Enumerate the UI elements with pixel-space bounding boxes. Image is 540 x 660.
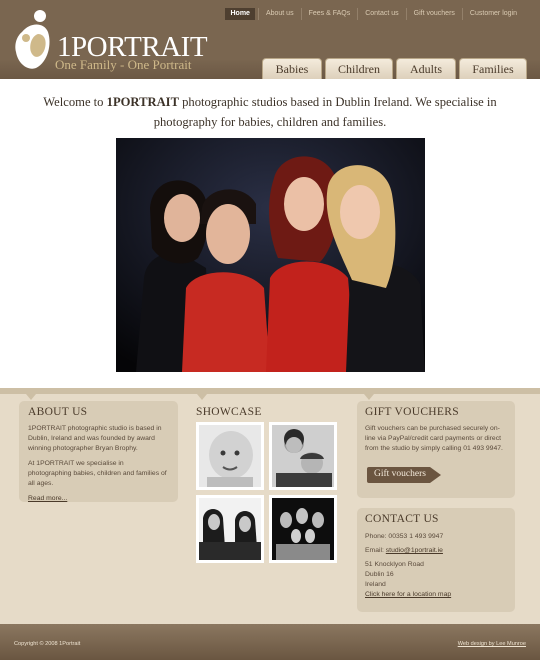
design-credit-link[interactable]: Web design by Lee Munroe xyxy=(458,641,526,647)
gift-button-label: Gift vouchers xyxy=(374,469,426,479)
top-nav-login[interactable]: Customer login xyxy=(461,8,524,20)
about-panel: ABOUT US 1PORTRAIT photographic studio i… xyxy=(19,401,178,502)
about-text-2: At 1PORTRAIT we specialise in photograph… xyxy=(28,460,167,487)
contact-email-line: Email: studio@1portrait.ie xyxy=(365,547,443,554)
contact-panel: CONTACT US Phone: 00353 1 493 9947 Email… xyxy=(357,508,515,612)
showcase-thumb-family[interactable] xyxy=(269,495,337,563)
main-content: Welcome to 1PORTRAIT photographic studio… xyxy=(0,79,540,390)
email-link[interactable]: studio@1portrait.ie xyxy=(386,547,443,554)
tab-babies[interactable]: Babies xyxy=(262,58,322,79)
top-nav-about[interactable]: About us xyxy=(257,8,301,20)
gift-vouchers-button[interactable]: Gift vouchers xyxy=(366,466,442,484)
contact-phone: Phone: 00353 1 493 9947 xyxy=(365,533,444,540)
location-map-link[interactable]: Click here for a location map xyxy=(365,591,451,598)
gift-text: Gift vouchers can be purchased securely … xyxy=(365,425,503,452)
about-title: ABOUT US xyxy=(28,406,88,418)
top-nav-contact[interactable]: Contact us xyxy=(357,8,405,20)
top-nav: Home About us Fees & FAQs Contact us Gif… xyxy=(225,8,524,20)
hero-family-photo xyxy=(116,138,425,372)
logo-mark-icon xyxy=(15,10,50,69)
top-nav-gift[interactable]: Gift vouchers xyxy=(405,8,462,20)
showcase-title: SHOWCASE xyxy=(196,406,262,418)
intro-text: Welcome to 1PORTRAIT photographic studio… xyxy=(43,95,497,129)
gift-vouchers-panel: GIFT VOUCHERS Gift vouchers can be purch… xyxy=(357,401,515,498)
tab-adults[interactable]: Adults xyxy=(396,58,456,79)
showcase-thumb-adults[interactable] xyxy=(196,495,264,563)
showcase-thumb-baby[interactable] xyxy=(196,422,264,490)
site-logo[interactable]: 1PORTRAIT One Family - One Portrait xyxy=(14,8,208,72)
divider-pointer xyxy=(26,394,36,400)
tab-families[interactable]: Families xyxy=(459,58,527,79)
showcase-thumb-children[interactable] xyxy=(269,422,337,490)
category-tabs: Babies Children Adults Families xyxy=(262,58,530,79)
top-nav-home[interactable]: Home xyxy=(225,8,255,20)
site-header: 1PORTRAIT One Family - One Portrait Home… xyxy=(0,0,540,79)
site-footer: Copyright © 2008 1Portrait Web design by… xyxy=(0,624,540,660)
top-nav-fees[interactable]: Fees & FAQs xyxy=(300,8,358,20)
contact-title: CONTACT US xyxy=(365,513,439,525)
divider-pointer xyxy=(197,394,207,400)
read-more-link[interactable]: Read more... xyxy=(28,495,67,502)
logo-tagline: One Family - One Portrait xyxy=(55,57,192,72)
gift-title: GIFT VOUCHERS xyxy=(365,406,459,418)
tab-children[interactable]: Children xyxy=(325,58,393,79)
contact-address: 51 Knocklyon Road Dublin 16 Ireland Clic… xyxy=(365,561,452,598)
about-text-1: 1PORTRAIT photographic studio is based i… xyxy=(28,425,162,452)
copyright-text: Copyright © 2008 1Portrait xyxy=(14,641,81,647)
divider-pointer xyxy=(364,394,374,400)
